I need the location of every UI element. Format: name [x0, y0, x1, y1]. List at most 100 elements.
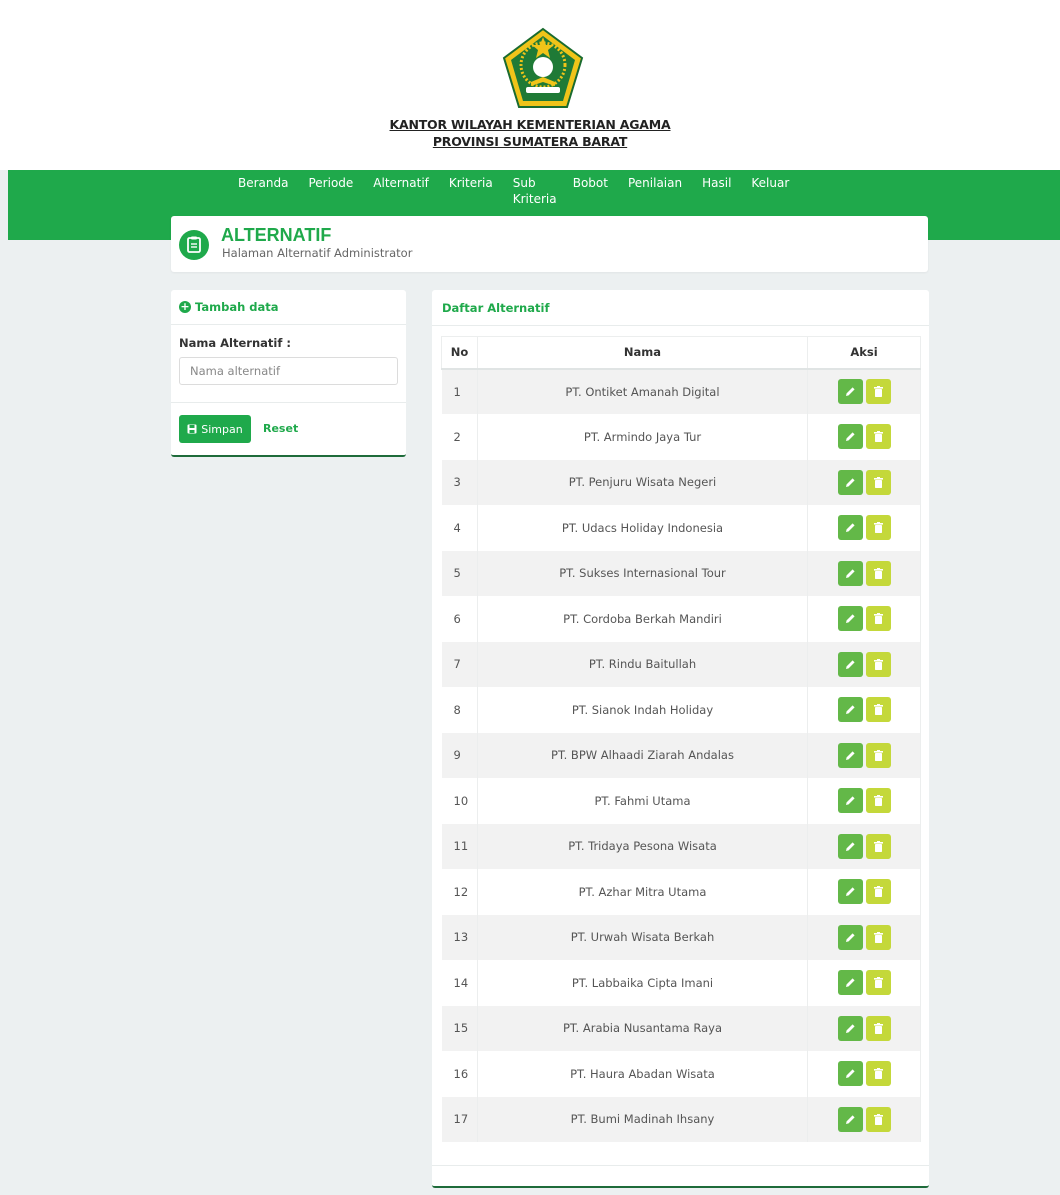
delete-button[interactable] — [865, 742, 891, 768]
table-row: 7 PT. Rindu Baitullah — [441, 641, 921, 687]
save-button-label: Simpan — [201, 422, 243, 436]
page-subtitle: Halaman Alternatif Administrator — [222, 246, 413, 260]
nav-hasil[interactable]: Hasil — [692, 175, 741, 207]
table-row: 2 PT. Armindo Jaya Tur — [441, 414, 921, 460]
nav-penilaian[interactable]: Penilaian — [618, 175, 692, 207]
delete-button[interactable] — [865, 515, 891, 541]
cell-nama: PT. Labbaika Cipta Imani — [477, 960, 808, 1006]
alternative-name-input[interactable] — [179, 357, 398, 385]
cell-no: 16 — [441, 1051, 478, 1097]
row-actions — [837, 788, 891, 814]
edit-button[interactable] — [837, 788, 863, 814]
delete-button[interactable] — [865, 788, 891, 814]
nav-bobot[interactable]: Bobot — [563, 175, 618, 207]
delete-button[interactable] — [865, 424, 891, 450]
trash-icon — [873, 658, 883, 670]
cell-nama: PT. Udacs Holiday Indonesia — [477, 505, 808, 551]
cell-no: 14 — [441, 960, 478, 1006]
trash-icon — [873, 749, 883, 761]
trash-icon — [873, 1113, 883, 1125]
edit-button[interactable] — [837, 379, 863, 405]
table-row: 17 PT. Bumi Madinah Ihsany — [441, 1096, 921, 1142]
edit-button[interactable] — [837, 742, 863, 768]
cell-nama: PT. Cordoba Berkah Mandiri — [477, 596, 808, 642]
cell-nama: PT. Fahmi Utama — [477, 778, 808, 824]
delete-button[interactable] — [865, 606, 891, 632]
cell-aksi — [807, 1096, 921, 1142]
delete-button[interactable] — [865, 879, 891, 905]
cell-nama: PT. Haura Abadan Wisata — [477, 1051, 808, 1097]
form-divider — [171, 402, 406, 403]
edit-button[interactable] — [837, 651, 863, 677]
trash-icon — [873, 567, 883, 579]
edit-button[interactable] — [837, 606, 863, 632]
add-data-heading: + Tambah data — [171, 290, 406, 325]
cell-nama: PT. Sukses Internasional Tour — [477, 550, 808, 596]
edit-button[interactable] — [837, 833, 863, 859]
nav-sub-kriteria[interactable]: Sub Kriteria — [503, 175, 563, 207]
delete-button[interactable] — [865, 833, 891, 859]
delete-button[interactable] — [865, 560, 891, 586]
column-header-nama: Nama — [477, 336, 808, 370]
delete-button[interactable] — [865, 924, 891, 950]
edit-button[interactable] — [837, 1015, 863, 1041]
edit-button[interactable] — [837, 515, 863, 541]
nav-beranda[interactable]: Beranda — [228, 175, 298, 207]
cell-no: 1 — [441, 368, 478, 414]
edit-button[interactable] — [837, 697, 863, 723]
cell-nama: PT. Bumi Madinah Ihsany — [477, 1096, 808, 1142]
table-row: 3 PT. Penjuru Wisata Negeri — [441, 459, 921, 505]
page-header-card: ALTERNATIF Halaman Alternatif Administra… — [171, 216, 928, 272]
table-row: 10 PT. Fahmi Utama — [441, 778, 921, 824]
row-actions — [837, 833, 891, 859]
cell-aksi — [807, 505, 921, 551]
nav-alternatif[interactable]: Alternatif — [363, 175, 439, 207]
delete-button[interactable] — [865, 1015, 891, 1041]
table-row: 15 PT. Arabia Nusantama Raya — [441, 1005, 921, 1051]
cell-nama: PT. Azhar Mitra Utama — [477, 869, 808, 915]
cell-no: 15 — [441, 1005, 478, 1051]
delete-button[interactable] — [865, 1061, 891, 1087]
pencil-icon — [845, 386, 856, 397]
delete-button[interactable] — [865, 697, 891, 723]
cell-nama: PT. Ontiket Amanah Digital — [477, 368, 808, 414]
cell-aksi — [807, 641, 921, 687]
save-button[interactable]: Simpan — [179, 415, 251, 443]
delete-button[interactable] — [865, 970, 891, 996]
cell-aksi — [807, 778, 921, 824]
table-row: 13 PT. Urwah Wisata Berkah — [441, 914, 921, 960]
edit-button[interactable] — [837, 1106, 863, 1132]
delete-button[interactable] — [865, 651, 891, 677]
cell-aksi — [807, 414, 921, 460]
delete-button[interactable] — [865, 469, 891, 495]
cell-aksi — [807, 368, 921, 414]
delete-button[interactable] — [865, 379, 891, 405]
edit-button[interactable] — [837, 560, 863, 586]
edit-button[interactable] — [837, 924, 863, 950]
cell-aksi — [807, 459, 921, 505]
cell-no: 7 — [441, 641, 478, 687]
plus-circle-icon: + — [179, 300, 191, 313]
edit-button[interactable] — [837, 1061, 863, 1087]
cell-nama: PT. BPW Alhaadi Ziarah Andalas — [477, 732, 808, 778]
add-data-card: + Tambah data Nama Alternatif : Simpan R… — [171, 290, 406, 457]
cell-aksi — [807, 914, 921, 960]
nav-kriteria[interactable]: Kriteria — [439, 175, 503, 207]
page-title: ALTERNATIF — [221, 225, 332, 245]
edit-button[interactable] — [837, 469, 863, 495]
cell-nama: PT. Arabia Nusantama Raya — [477, 1005, 808, 1051]
delete-button[interactable] — [865, 1106, 891, 1132]
table-row: 6 PT. Cordoba Berkah Mandiri — [441, 596, 921, 642]
alternative-table: No Nama Aksi 1 PT. Ontiket Amanah Digital… — [441, 336, 921, 1142]
reset-button[interactable]: Reset — [263, 415, 298, 443]
list-footer-divider — [432, 1165, 929, 1166]
column-header-no: No — [441, 336, 478, 370]
edit-button[interactable] — [837, 970, 863, 996]
nav-periode[interactable]: Periode — [298, 175, 363, 207]
cell-aksi — [807, 869, 921, 915]
edit-button[interactable] — [837, 424, 863, 450]
trash-icon — [873, 386, 883, 398]
edit-button[interactable] — [837, 879, 863, 905]
table-row: 1 PT. Ontiket Amanah Digital — [441, 368, 921, 414]
nav-keluar[interactable]: Keluar — [741, 175, 799, 207]
